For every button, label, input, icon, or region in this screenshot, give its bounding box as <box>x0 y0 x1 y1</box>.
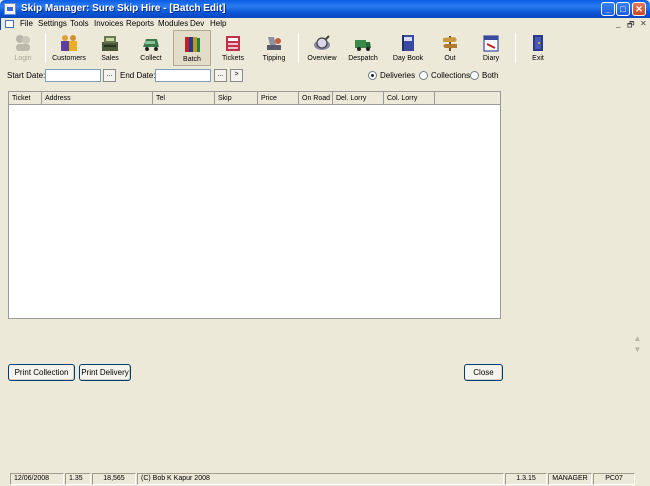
status-copyright: (C) Bob K Kapur 2008 <box>137 473 504 485</box>
collections-label[interactable]: Collections <box>431 71 470 80</box>
overview-icon <box>314 35 330 50</box>
toolbar-customers-button[interactable]: Customers <box>50 30 88 66</box>
toolbar-label: Login <box>14 55 32 62</box>
end-date-input[interactable] <box>155 69 211 82</box>
column-header-address[interactable]: Address <box>42 92 153 105</box>
toolbar-out-button[interactable]: Out <box>431 30 469 66</box>
deliveries-radio[interactable] <box>368 71 377 80</box>
collections-radio[interactable] <box>419 71 428 80</box>
toolbar-collect-button[interactable]: Collect <box>132 30 170 66</box>
toolbar-separator <box>515 33 516 63</box>
column-header-price[interactable]: Price <box>258 92 299 105</box>
status-version: 1.3.15 <box>505 473 547 485</box>
title-bar[interactable]: Skip Manager: Sure Skip Hire - [Batch Ed… <box>0 0 650 18</box>
menu-file[interactable]: File <box>20 19 33 28</box>
column-header-on-road[interactable]: On Road <box>299 92 333 105</box>
toolbar-login-button[interactable]: Login <box>4 30 42 66</box>
app-icon[interactable] <box>4 3 16 15</box>
toolbar-label: Collect <box>140 55 162 62</box>
toolbar-batch-button[interactable]: Batch <box>173 30 211 66</box>
tickets-icon <box>226 36 240 51</box>
toolbar-label: Exit <box>532 55 544 62</box>
scroll-down-arrow-icon: ▼ <box>633 345 642 354</box>
batch-icon <box>185 37 200 52</box>
tipping-icon <box>267 37 281 50</box>
start-date-picker-button[interactable]: ... <box>103 69 116 82</box>
toolbar-overview-button[interactable]: Overview <box>303 30 341 66</box>
status-user: MANAGER <box>548 473 592 485</box>
exit-icon <box>533 35 543 51</box>
status-machine: PC07 <box>593 473 635 485</box>
maximize-button[interactable]: □ <box>616 2 630 16</box>
toolbar-label: Diary <box>482 55 500 62</box>
toolbar: Login Customers Sales Collect Batch Tick… <box>0 30 650 66</box>
column-header-ticket[interactable]: Ticket <box>9 92 42 105</box>
toolbar-label: Tipping <box>262 55 286 62</box>
toolbar-label: Day Book <box>392 55 424 62</box>
toolbar-label: Batch <box>183 56 201 63</box>
start-date-label: Start Date: <box>7 71 46 80</box>
deliveries-label[interactable]: Deliveries <box>380 71 415 80</box>
menu-help[interactable]: Help <box>210 19 226 28</box>
diary-icon <box>483 35 499 52</box>
toolbar-label: Overview <box>307 55 337 62</box>
disabled-scroll-arrows: ▲ ▼ <box>632 333 643 355</box>
despatch-icon <box>355 40 371 51</box>
menu-invoices[interactable]: Invoices <box>94 19 123 28</box>
column-header-skip[interactable]: Skip <box>215 92 258 105</box>
toolbar-diary-button[interactable]: Diary <box>472 30 510 66</box>
close-button[interactable]: Close <box>464 364 503 381</box>
status-time: 1.35 <box>65 473 91 485</box>
scroll-up-arrow-icon: ▲ <box>633 334 642 343</box>
both-label[interactable]: Both <box>482 71 498 80</box>
toolbar-sales-button[interactable]: Sales <box>91 30 129 66</box>
filter-row: Start Date: ... End Date: ... > Deliveri… <box>0 68 650 84</box>
mdi-document-icon[interactable] <box>5 20 14 28</box>
collect-icon <box>143 39 159 51</box>
column-header-del-lorry[interactable]: Del. Lorry <box>333 92 384 105</box>
menu-dev[interactable]: Dev <box>190 19 204 28</box>
sales-icon <box>102 36 118 51</box>
status-count: 18,565 <box>92 473 136 485</box>
window-title: Skip Manager: Sure Skip Hire - [Batch Ed… <box>21 3 226 14</box>
toolbar-exit-button[interactable]: Exit <box>519 30 557 66</box>
status-bar: 12/06/2008 1.35 18,565 (C) Bob K Kapur 2… <box>0 472 650 486</box>
menu-bar: File Settings Tools Invoices Reports Mod… <box>0 18 650 30</box>
minimize-button[interactable]: _ <box>601 2 615 16</box>
toolbar-label: Tickets <box>222 55 244 62</box>
print-collection-button[interactable]: Print Collection <box>8 364 75 381</box>
toolbar-separator <box>45 33 46 63</box>
toolbar-tickets-button[interactable]: Tickets <box>214 30 252 66</box>
menu-reports[interactable]: Reports <box>126 19 154 28</box>
start-date-input[interactable] <box>45 69 101 82</box>
print-delivery-button[interactable]: Print Delivery <box>79 364 131 381</box>
out-icon <box>443 36 457 51</box>
status-date: 12/06/2008 <box>10 473 64 485</box>
menu-modules[interactable]: Modules <box>158 19 188 28</box>
both-radio[interactable] <box>470 71 479 80</box>
menu-settings[interactable]: Settings <box>38 19 67 28</box>
menu-tools[interactable]: Tools <box>70 19 89 28</box>
go-button[interactable]: > <box>230 69 243 82</box>
batch-grid[interactable]: Ticket Address Tel Skip Price On Road De… <box>8 91 501 319</box>
grid-header: Ticket Address Tel Skip Price On Road De… <box>9 92 500 105</box>
mdi-close-button[interactable]: ✕ <box>640 19 647 28</box>
toolbar-separator <box>298 33 299 63</box>
column-header-tel[interactable]: Tel <box>153 92 215 105</box>
toolbar-tipping-button[interactable]: Tipping <box>255 30 293 66</box>
mdi-minimize-button[interactable]: _ <box>616 19 620 28</box>
daybook-icon <box>402 35 414 51</box>
customers-icon <box>61 35 77 51</box>
toolbar-label: Out <box>444 55 456 62</box>
toolbar-daybook-button[interactable]: Day Book <box>389 30 427 66</box>
toolbar-label: Sales <box>101 55 119 62</box>
end-date-label: End Date: <box>120 71 156 80</box>
toolbar-label: Despatch <box>348 55 378 62</box>
login-icon <box>16 35 30 51</box>
column-header-col-lorry[interactable]: Col. Lorry <box>384 92 435 105</box>
toolbar-label: Customers <box>52 55 86 62</box>
close-window-button[interactable]: ✕ <box>632 2 646 16</box>
end-date-picker-button[interactable]: ... <box>214 69 227 82</box>
toolbar-despatch-button[interactable]: Despatch <box>344 30 382 66</box>
